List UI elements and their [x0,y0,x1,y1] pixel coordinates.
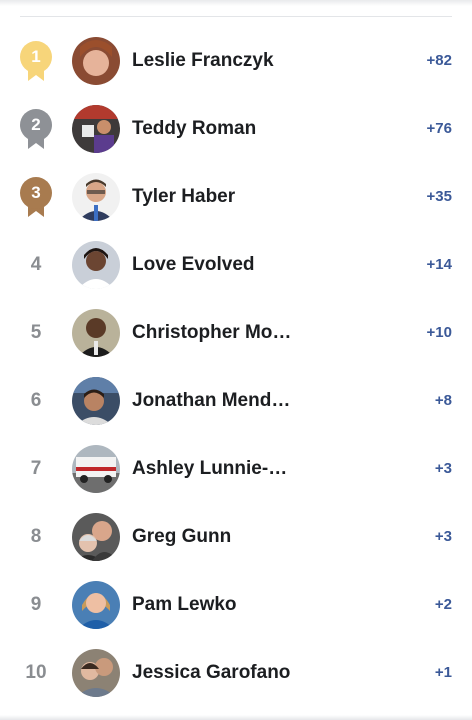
score-value: +14 [426,256,452,273]
leaderboard-row[interactable]: 4 Love Evolved +14 [0,231,472,299]
rank-number: 7 [30,458,42,479]
avatar[interactable] [72,37,120,85]
rank-number: 5 [30,322,42,343]
member-name[interactable]: Jessica Garofano [132,662,292,684]
member-name[interactable]: Teddy Roman [132,118,292,140]
member-name[interactable]: Pam Lewko [132,594,292,616]
rank-badge: 10 [19,651,53,695]
score-value: +1 [434,664,452,681]
avatar[interactable] [72,377,120,425]
avatar[interactable] [72,309,120,357]
score-value: +8 [434,392,452,409]
leaderboard-row[interactable]: 8 Greg Gunn +3 [0,503,472,571]
rank-badge: 5 [19,311,53,355]
member-name[interactable]: Leslie Franczyk [132,50,292,72]
leaderboard-row[interactable]: 3 Tyler Haber +35 [0,163,472,231]
leaderboard-row[interactable]: 2 Teddy Roman +76 [0,95,472,163]
avatar[interactable] [72,173,120,221]
rank-number: 10 [25,662,47,683]
rank-number: 4 [30,254,42,275]
rank-badge: 9 [19,583,53,627]
member-name[interactable]: Christopher Mo… [132,322,292,344]
rank-badge: 8 [19,515,53,559]
rank-number: 2 [31,115,41,134]
score-value: +76 [426,120,452,137]
rank-number: 9 [30,594,42,615]
score-value: +10 [426,324,452,341]
avatar[interactable] [72,241,120,289]
top-divider [20,16,452,17]
rank-badge: 3 [19,175,53,219]
score-value: +2 [434,596,452,613]
leaderboard-row[interactable]: 5 Christopher Mo… +10 [0,299,472,367]
rank-number: 3 [31,183,41,202]
avatar[interactable] [72,581,120,629]
leaderboard-row[interactable]: 7 Ashley Lunnie-R… +3 [0,435,472,503]
top-shadow [0,0,472,6]
leaderboard-row[interactable]: 1 Leslie Franczyk +82 [0,27,472,95]
leaderboard-list: 1 Leslie Franczyk +82 2 Teddy Roman +76 … [0,27,472,707]
avatar[interactable] [72,649,120,697]
avatar[interactable] [72,445,120,493]
leaderboard-row[interactable]: 6 Jonathan Mend… +8 [0,367,472,435]
avatar[interactable] [72,513,120,561]
leaderboard-row[interactable]: 9 Pam Lewko +2 [0,571,472,639]
score-value: +3 [434,460,452,477]
score-value: +3 [434,528,452,545]
rank-number: 1 [31,47,41,66]
rank-badge: 2 [19,107,53,151]
rank-badge: 4 [19,243,53,287]
rank-number: 8 [30,526,42,547]
rank-badge: 1 [19,39,53,83]
rank-badge: 6 [19,379,53,423]
member-name[interactable]: Ashley Lunnie-R… [132,458,292,480]
member-name[interactable]: Tyler Haber [132,186,292,208]
member-name[interactable]: Love Evolved [132,254,292,276]
member-name[interactable]: Jonathan Mend… [132,390,292,412]
score-value: +82 [426,52,452,69]
leaderboard-row[interactable]: 10 Jessica Garofano +1 [0,639,472,707]
avatar[interactable] [72,105,120,153]
score-value: +35 [426,188,452,205]
bottom-edge [0,715,472,720]
member-name[interactable]: Greg Gunn [132,526,292,548]
rank-badge: 7 [19,447,53,491]
rank-number: 6 [30,390,42,411]
